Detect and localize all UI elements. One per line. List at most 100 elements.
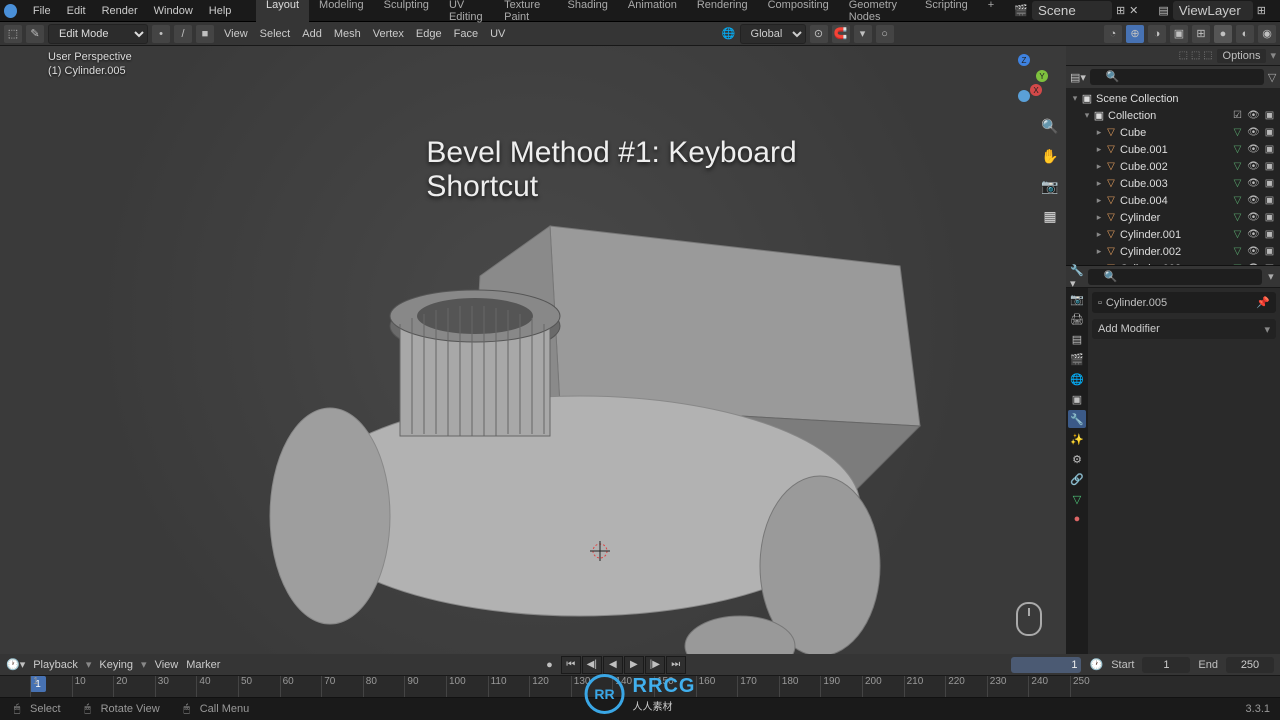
play-icon[interactable]: ▶ [624,656,644,674]
outliner-row[interactable]: ▾▣Scene Collection [1066,90,1280,107]
timeline-playback[interactable]: Playback [33,659,78,671]
camera-icon[interactable]: 📷 [1040,176,1060,196]
menu-edit[interactable]: Edit [59,3,94,19]
outliner-row[interactable]: ▸▽Cube.003▽👁▣ [1066,175,1280,192]
outliner-row[interactable]: ▸▽Cylinder.002▽👁▣ [1066,243,1280,260]
mesh-display-icon[interactable]: ◔ [1104,25,1122,43]
property-breadcrumb[interactable]: ▫Cylinder.005 📌 [1092,292,1276,313]
proportional-icon[interactable]: ○ [876,25,894,43]
orientation-selector[interactable]: Global [740,24,806,44]
header-menu-select[interactable]: Select [254,26,297,42]
new-scene-icon[interactable]: ⊞ [1116,4,1125,17]
vert-select-icon[interactable]: • [152,25,170,43]
keyframe-prev-icon[interactable]: ◀| [582,656,602,674]
outliner-row[interactable]: ▸▽Cylinder▽👁▣ [1066,209,1280,226]
header-menu-edge[interactable]: Edge [410,26,448,42]
pan-icon[interactable]: ✋ [1040,146,1060,166]
ptab-viewlayer[interactable]: ▤ [1068,330,1086,348]
xray-icon[interactable]: ▣ [1170,25,1188,43]
jump-start-icon[interactable]: ⏮ [561,656,581,674]
face-select-icon[interactable]: ■ [196,25,214,43]
workspace-tab-rendering[interactable]: Rendering [687,0,758,26]
timeline-editor-icon[interactable]: 🕐▾ [6,658,25,671]
outliner-row[interactable]: ▸▽Cube.002▽👁▣ [1066,158,1280,175]
workspace-tab-sculpting[interactable]: Sculpting [374,0,439,26]
outliner-row[interactable]: ▸▽Cylinder.003▽👁▣ [1066,260,1280,265]
properties-search-input[interactable] [1088,269,1262,285]
workspace-tab-uv-editing[interactable]: UV Editing [439,0,494,26]
timeline-keying[interactable]: Keying [99,659,133,671]
keyframe-next-icon[interactable]: |▶ [645,656,665,674]
shading-wire-icon[interactable]: ⊞ [1192,25,1210,43]
axis-x[interactable]: X [1030,84,1042,96]
gizmo-icon[interactable]: ⊕ [1126,25,1144,43]
perspective-icon[interactable]: ▦ [1040,206,1060,226]
ptab-particles[interactable]: ✨ [1068,430,1086,448]
overlay-icon[interactable]: ◑ [1148,25,1166,43]
outliner-row[interactable]: ▸▽Cylinder.001▽👁▣ [1066,226,1280,243]
workspace-tab-animation[interactable]: Animation [618,0,687,26]
mode-icon[interactable]: ✎ [26,25,44,43]
timeline-marker[interactable]: Marker [186,659,220,671]
axis-gizmo[interactable]: Z Y X [1000,54,1048,102]
snap-icon[interactable]: 🧲 [832,25,850,43]
header-menu-add[interactable]: Add [296,26,328,42]
axis-z[interactable]: Z [1018,54,1030,66]
workspace-tab-scripting[interactable]: Scripting [915,0,978,26]
outliner-row[interactable]: ▸▽Cube.001▽👁▣ [1066,141,1280,158]
ptab-modifiers[interactable]: 🔧 [1068,410,1086,428]
workspace-tab-geometry-nodes[interactable]: Geometry Nodes [839,0,915,26]
properties-mode-icon[interactable]: 🔧▾ [1070,264,1084,290]
end-frame-input[interactable] [1226,657,1274,673]
outliner-row[interactable]: ▸▽Cube.004▽👁▣ [1066,192,1280,209]
outliner-filter-icon[interactable]: ▽ [1268,70,1276,84]
ptab-physics[interactable]: ⚙ [1068,450,1086,468]
current-frame-input[interactable] [1011,657,1081,673]
shading-rendered-icon[interactable]: ◉ [1258,25,1276,43]
edge-select-icon[interactable]: / [174,25,192,43]
outliner-search-input[interactable] [1090,69,1264,85]
timeline-view[interactable]: View [155,659,179,671]
viewlayer-name-input[interactable] [1173,1,1253,20]
workspace-tab-shading[interactable]: Shading [558,0,618,26]
autokey-icon[interactable]: ● [546,659,553,671]
play-reverse-icon[interactable]: ◀ [603,656,623,674]
mode-selector[interactable]: Edit Mode [48,24,148,44]
ptab-scene[interactable]: 🎬 [1068,350,1086,368]
ptab-output[interactable]: 🖨 [1068,310,1086,328]
delete-scene-icon[interactable]: ✕ [1129,4,1138,17]
ptab-material[interactable]: ● [1068,510,1086,528]
workspace-tab-modeling[interactable]: Modeling [309,0,374,26]
outliner-mode-icon[interactable]: ▤▾ [1070,71,1086,84]
shading-matprev-icon[interactable]: ◐ [1236,25,1254,43]
menu-render[interactable]: Render [94,3,146,19]
start-frame-input[interactable] [1142,657,1190,673]
3d-viewport[interactable]: User Perspective (1) Cylinder.005 Bevel … [0,46,1066,654]
snap-target-icon[interactable]: ▾ [854,25,872,43]
ptab-object[interactable]: ▣ [1068,390,1086,408]
pivot-icon[interactable]: ⊙ [810,25,828,43]
ptab-mesh[interactable]: ▽ [1068,490,1086,508]
workspace-tab-compositing[interactable]: Compositing [758,0,839,26]
menu-file[interactable]: File [25,3,59,19]
header-menu-uv[interactable]: UV [484,26,511,42]
axis-y[interactable]: Y [1036,70,1048,82]
shading-solid-icon[interactable]: ● [1214,25,1232,43]
axis-neg-z[interactable] [1018,90,1030,102]
properties-options-icon[interactable]: ▾ [1266,270,1276,284]
header-menu-face[interactable]: Face [448,26,484,42]
outliner-row[interactable]: ▾▣Collection☑👁▣ [1066,107,1280,124]
timeline-sync-icon[interactable]: 🕐 [1089,658,1103,671]
zoom-icon[interactable]: 🔍 [1040,116,1060,136]
header-menu-vertex[interactable]: Vertex [367,26,410,42]
timeline-ruler[interactable]: 1 11020304050607080901001101201301401501… [0,676,1280,698]
editor-type-icon[interactable]: ⬚ [4,25,22,43]
workspace-tab-texture-paint[interactable]: Texture Paint [494,0,557,26]
menu-window[interactable]: Window [146,3,201,19]
menu-help[interactable]: Help [201,3,240,19]
header-menu-view[interactable]: View [218,26,254,42]
scene-name-input[interactable] [1032,1,1112,20]
jump-end-icon[interactable]: ⏭ [666,656,686,674]
new-layer-icon[interactable]: ⊞ [1257,4,1266,17]
add-workspace-button[interactable]: + [978,0,1004,26]
